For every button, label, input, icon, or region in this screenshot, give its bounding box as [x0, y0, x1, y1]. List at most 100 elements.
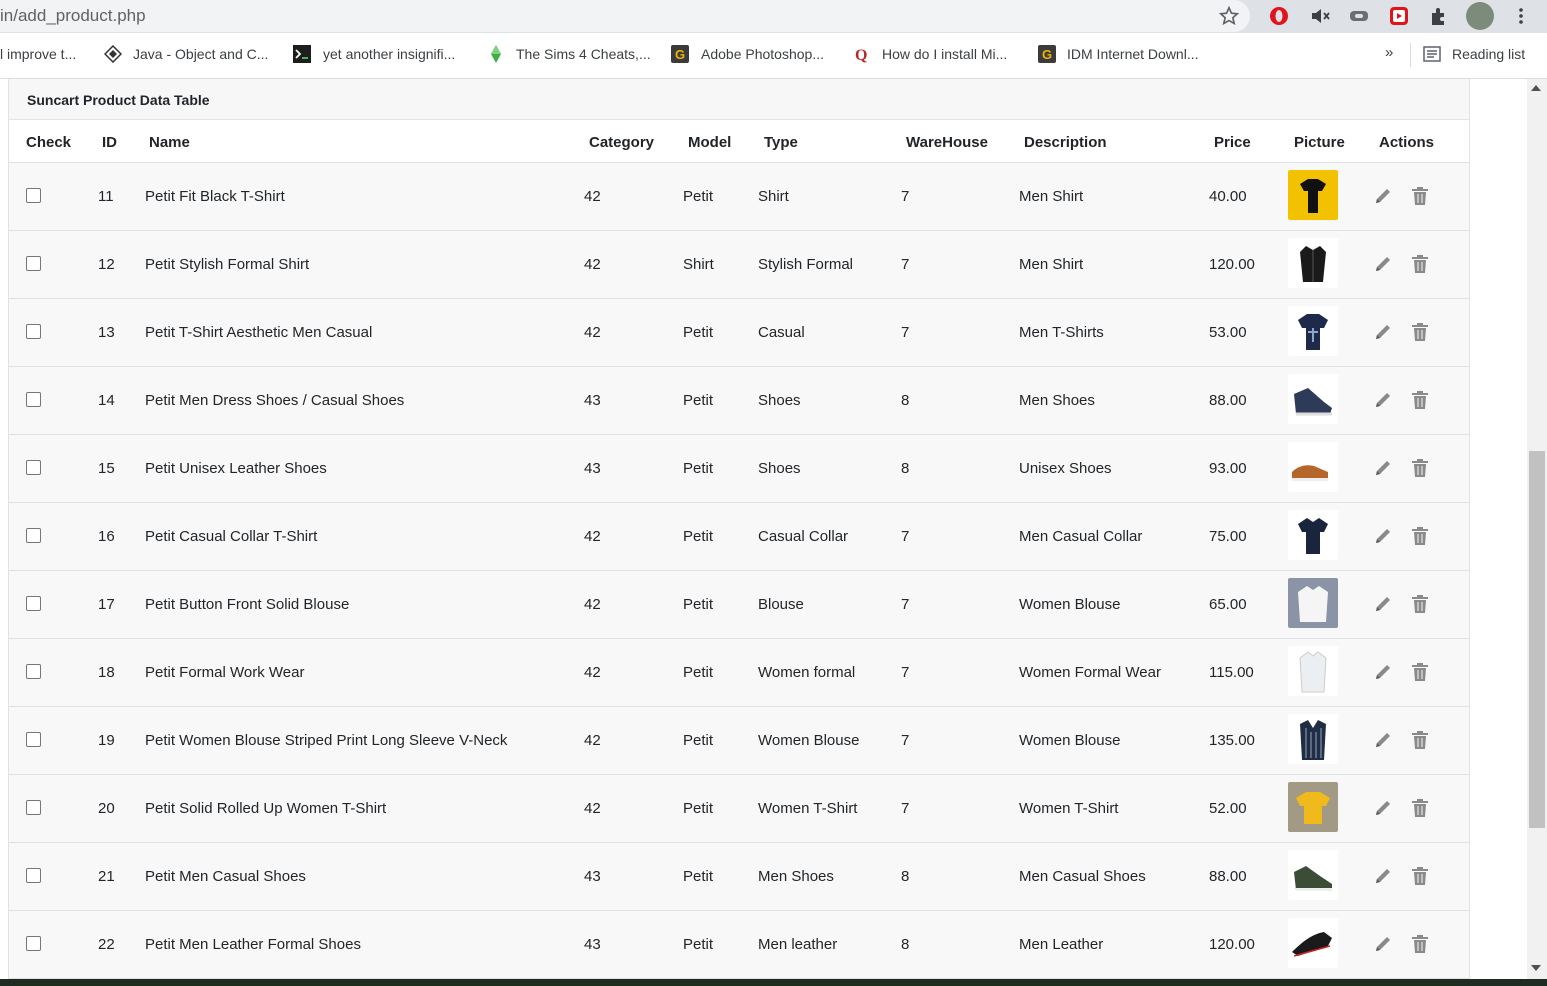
row-checkbox[interactable]: [26, 460, 41, 475]
delete-trash-icon[interactable]: [1411, 458, 1429, 478]
delete-trash-icon[interactable]: [1411, 730, 1429, 750]
video-extension-icon[interactable]: [1388, 5, 1410, 27]
cell-type: Casual: [758, 324, 805, 341]
edit-pencil-icon[interactable]: [1373, 526, 1393, 546]
row-checkbox[interactable]: [26, 324, 41, 339]
scrollbar-thumb[interactable]: [1529, 451, 1545, 828]
column-header-name[interactable]: Name: [149, 134, 190, 151]
cell-name: Petit Stylish Formal Shirt: [145, 256, 310, 273]
edit-pencil-icon[interactable]: [1373, 662, 1393, 682]
cell-model: Petit: [683, 528, 714, 545]
delete-trash-icon[interactable]: [1411, 322, 1429, 342]
row-checkbox[interactable]: [26, 392, 41, 407]
column-header-category[interactable]: Category: [589, 134, 654, 151]
profile-avatar[interactable]: [1466, 2, 1494, 30]
cell-category: 42: [584, 732, 601, 749]
edit-pencil-icon[interactable]: [1373, 798, 1393, 818]
cell-price: 115.00: [1209, 664, 1254, 681]
edit-pencil-icon[interactable]: [1373, 866, 1393, 886]
delete-trash-icon[interactable]: [1411, 934, 1429, 954]
delete-trash-icon[interactable]: [1411, 526, 1429, 546]
opera-icon[interactable]: [1268, 5, 1290, 27]
cell-price: 52.00: [1209, 800, 1247, 817]
column-header-warehouse[interactable]: WareHouse: [906, 134, 988, 151]
bookmark-item[interactable]: l improve t...: [0, 46, 76, 62]
bookmark-star-icon[interactable]: [1218, 5, 1240, 27]
row-checkbox[interactable]: [26, 800, 41, 815]
table-row: 20 Petit Solid Rolled Up Women T-Shirt 42 P…: [9, 775, 1469, 843]
extension-link-icon[interactable]: [1348, 5, 1370, 27]
edit-pencil-icon[interactable]: [1373, 934, 1393, 954]
page-content: Suncart Product Data Table Check ID Name…: [0, 79, 1527, 986]
table-row: 18 Petit Formal Work Wear 42 Petit Women for…: [9, 639, 1469, 707]
url-text[interactable]: in/add_product.php: [0, 6, 146, 26]
column-header-description[interactable]: Description: [1024, 134, 1107, 151]
bookmark-item[interactable]: The Sims 4 Cheats,...: [516, 46, 651, 62]
cell-name: Petit Solid Rolled Up Women T-Shirt: [145, 800, 387, 817]
delete-trash-icon[interactable]: [1411, 594, 1429, 614]
delete-trash-icon[interactable]: [1411, 662, 1429, 682]
cell-model: Petit: [683, 324, 714, 341]
svg-text:G: G: [1042, 47, 1052, 62]
cell-name: Petit Fit Black T-Shirt: [145, 188, 285, 205]
delete-trash-icon[interactable]: [1411, 254, 1429, 274]
cell-model: Petit: [683, 596, 714, 613]
page-scrollbar[interactable]: [1527, 79, 1547, 979]
column-header-check[interactable]: Check: [26, 134, 71, 151]
edit-pencil-icon[interactable]: [1373, 186, 1393, 206]
cell-name: Petit Button Front Solid Blouse: [145, 596, 350, 613]
cell-description: Unisex Shoes: [1019, 460, 1112, 477]
edit-pencil-icon[interactable]: [1373, 730, 1393, 750]
row-checkbox[interactable]: [26, 868, 41, 883]
product-thumbnail: [1288, 306, 1338, 356]
row-checkbox[interactable]: [26, 256, 41, 271]
table-row: 14 Petit Men Dress Shoes / Casual Shoes 43…: [9, 367, 1469, 435]
delete-trash-icon[interactable]: [1411, 798, 1429, 818]
edit-pencil-icon[interactable]: [1373, 390, 1393, 410]
row-checkbox[interactable]: [26, 596, 41, 611]
scroll-down-arrow-icon[interactable]: [1531, 965, 1541, 971]
product-thumbnail: [1288, 918, 1338, 968]
mute-icon[interactable]: [1309, 5, 1331, 27]
cell-id: 14: [98, 392, 115, 409]
column-header-model[interactable]: Model: [688, 134, 731, 151]
address-bar[interactable]: in/add_product.php: [0, 0, 1250, 32]
delete-trash-icon[interactable]: [1411, 186, 1429, 206]
cell-type: Women T-Shirt: [758, 800, 858, 817]
cell-price: 40.00: [1209, 188, 1247, 205]
cell-type: Casual Collar: [758, 528, 849, 545]
svg-text:G: G: [675, 47, 685, 62]
column-header-id[interactable]: ID: [102, 134, 117, 151]
column-header-price[interactable]: Price: [1214, 134, 1251, 151]
edit-pencil-icon[interactable]: [1373, 458, 1393, 478]
bookmarks-overflow-button[interactable]: »: [1385, 44, 1393, 61]
cell-type: Women formal: [758, 664, 856, 681]
edit-pencil-icon[interactable]: [1373, 254, 1393, 274]
row-checkbox[interactable]: [26, 528, 41, 543]
column-header-type[interactable]: Type: [764, 134, 798, 151]
row-checkbox[interactable]: [26, 936, 41, 951]
bookmark-item[interactable]: IDM Internet Downl...: [1067, 46, 1199, 62]
cell-id: 21: [98, 868, 115, 885]
row-checkbox[interactable]: [26, 188, 41, 203]
delete-trash-icon[interactable]: [1411, 866, 1429, 886]
scroll-up-arrow-icon[interactable]: [1531, 85, 1541, 91]
edit-pencil-icon[interactable]: [1373, 322, 1393, 342]
cell-model: Petit: [683, 936, 714, 953]
row-checkbox[interactable]: [26, 732, 41, 747]
extensions-puzzle-icon[interactable]: [1428, 5, 1450, 27]
cell-warehouse: 7: [901, 188, 910, 205]
cell-type: Men leather: [758, 936, 838, 953]
bookmark-item[interactable]: Adobe Photoshop...: [701, 46, 824, 62]
reading-list-button[interactable]: Reading list: [1452, 46, 1525, 62]
row-checkbox[interactable]: [26, 664, 41, 679]
cell-id: 16: [98, 528, 115, 545]
bookmark-item[interactable]: Java - Object and C...: [133, 46, 268, 62]
bookmark-item[interactable]: yet another insignifi...: [323, 46, 455, 62]
bookmark-item[interactable]: How do I install Mi...: [882, 46, 1007, 62]
edit-pencil-icon[interactable]: [1373, 594, 1393, 614]
more-menu-icon[interactable]: [1510, 5, 1532, 27]
delete-trash-icon[interactable]: [1411, 390, 1429, 410]
cell-warehouse: 8: [901, 460, 910, 477]
cell-category: 42: [584, 528, 601, 545]
